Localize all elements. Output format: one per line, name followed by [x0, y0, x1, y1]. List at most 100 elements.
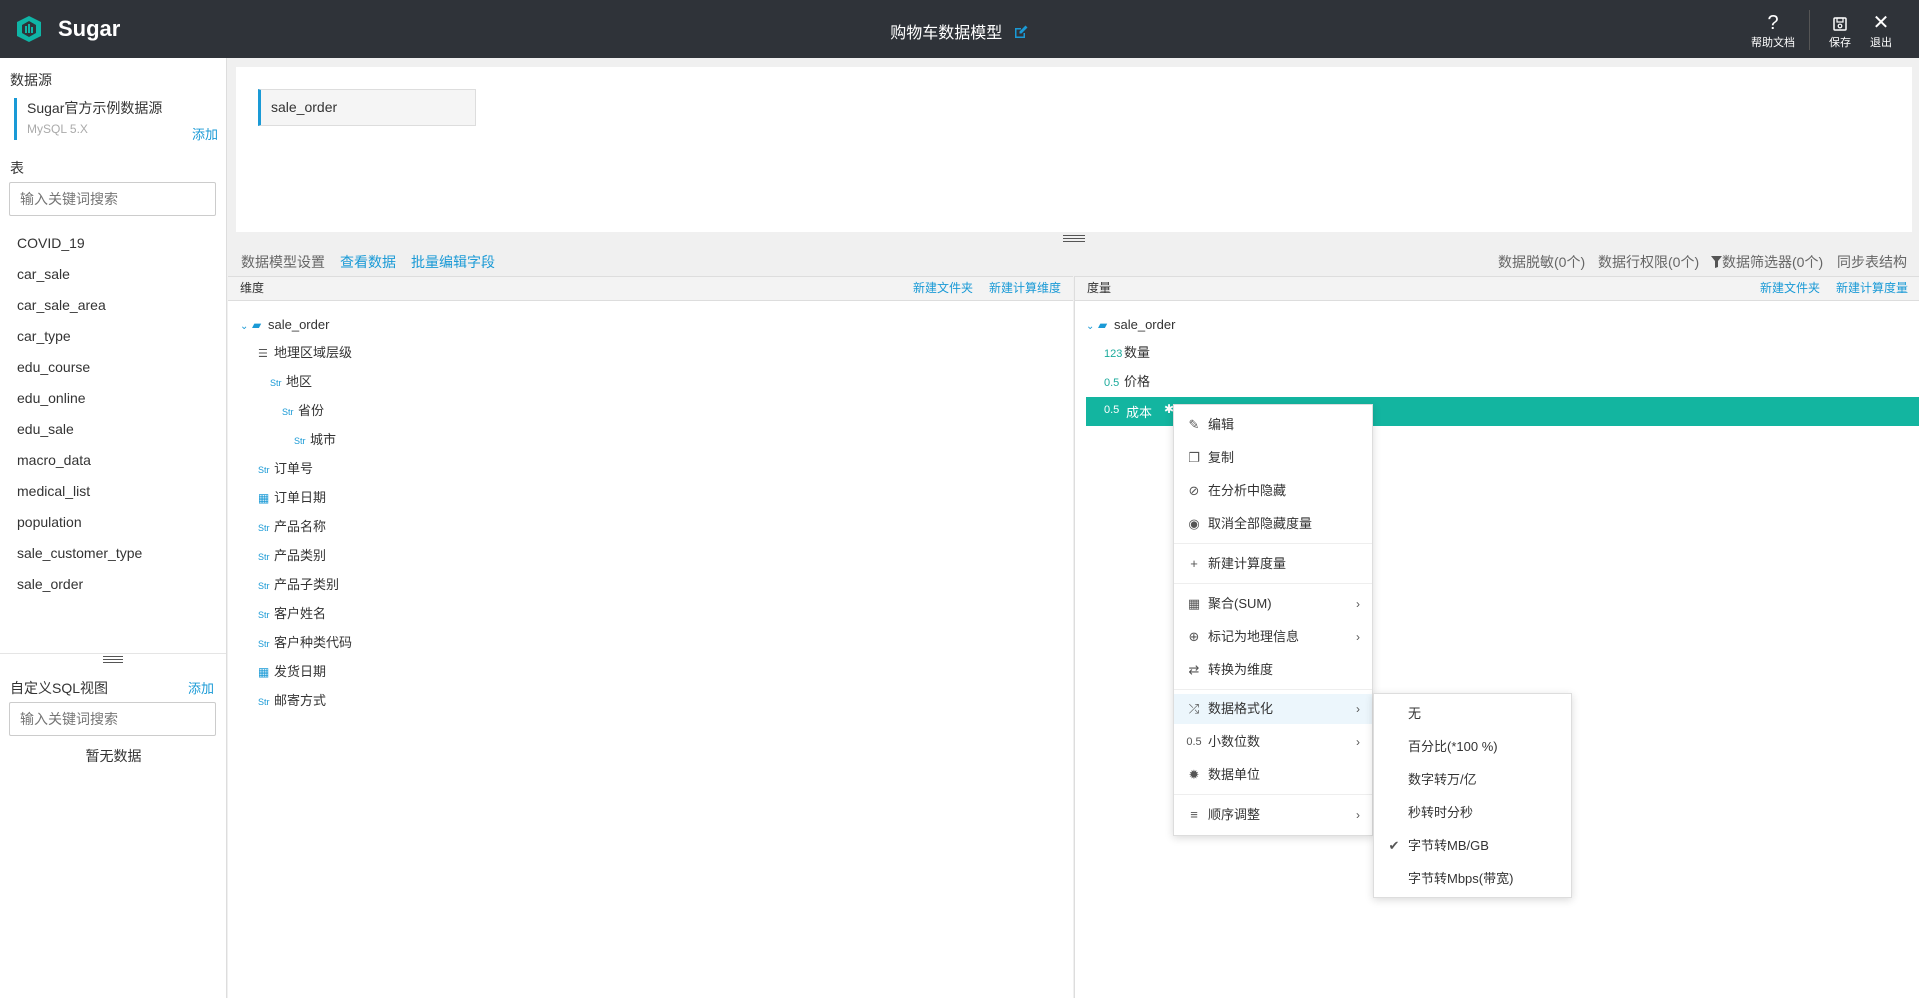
chevron-right-icon: ›	[1356, 597, 1360, 611]
table-item[interactable]: edu_course	[17, 352, 142, 383]
dimension-item[interactable]: Str 产品类别	[258, 546, 326, 566]
dimension-item[interactable]: ▦ 订单日期	[258, 488, 326, 508]
shuffle-icon: ⤮	[1188, 701, 1200, 716]
chevron-right-icon: ›	[1356, 702, 1360, 716]
dimension-item[interactable]: Str 产品子类别	[258, 575, 339, 595]
data-masking-link[interactable]: 数据脱敏(0个)	[1498, 252, 1585, 272]
measure-context-menu: ✎ 编辑 ❐ 复制 ⊘ 在分析中隐藏 ◉ 取消全部隐藏度量 + 新建计算度量 ▦ 聚合(SU…	[1173, 404, 1373, 836]
sync-schema-link[interactable]: 同步表结构	[1837, 252, 1907, 272]
measure-folder[interactable]: ⌄ ▰ sale_order	[1086, 315, 1175, 335]
menu-item-unhide-all[interactable]: ◉ 取消全部隐藏度量	[1174, 509, 1372, 539]
new-dimension-folder-link[interactable]: 新建文件夹	[913, 277, 973, 300]
format-option[interactable]: 数字转万/亿	[1374, 765, 1571, 795]
page-title: 购物车数据模型	[0, 19, 1919, 43]
menu-divider	[1174, 543, 1372, 544]
table-item[interactable]: macro_data	[17, 445, 142, 476]
table-item[interactable]: car_sale	[17, 259, 142, 290]
folder-open-icon: ▰	[1098, 318, 1108, 332]
menu-item-to-dimension[interactable]: ⇄ 转换为维度	[1174, 655, 1372, 685]
menu-item-copy[interactable]: ❐ 复制	[1174, 443, 1372, 473]
edit-icon: ✎	[1188, 417, 1200, 432]
add-datasource-link[interactable]: 添加	[192, 124, 218, 143]
dimension-item[interactable]: Str 省份	[282, 401, 324, 421]
table-item[interactable]: car_type	[17, 321, 142, 352]
measure-item[interactable]: 123 数量	[1104, 343, 1150, 363]
table-item[interactable]: edu_sale	[17, 414, 142, 445]
edit-title-icon[interactable]	[1013, 24, 1029, 40]
menu-item-new-calc-measure[interactable]: + 新建计算度量	[1174, 549, 1372, 579]
table-item[interactable]: sale_order	[17, 569, 142, 600]
chevron-down-icon: ⌄	[240, 321, 249, 332]
datasource-heading: 数据源	[10, 72, 52, 88]
dimension-item[interactable]: Str 地区	[270, 372, 312, 392]
sidebar-resize-handle[interactable]	[103, 654, 123, 664]
close-icon: ✕	[1872, 12, 1890, 34]
dimension-item[interactable]: Str 客户姓名	[258, 604, 326, 624]
menu-divider	[1174, 794, 1372, 795]
menu-item-hide[interactable]: ⊘ 在分析中隐藏	[1174, 476, 1372, 506]
menu-item-decimals[interactable]: 0.5 小数位数 ›	[1174, 727, 1372, 757]
table-item[interactable]: sale_customer_type	[17, 538, 142, 569]
chevron-down-icon: ⌄	[1086, 321, 1095, 332]
sql-view-heading: 自定义SQL视图	[10, 680, 109, 696]
help-button[interactable]: ? 帮助文档	[1747, 12, 1799, 50]
exit-button[interactable]: ✕ 退出	[1856, 12, 1906, 50]
hierarchy-icon: ☰	[258, 348, 268, 360]
format-option[interactable]: 秒转时分秒	[1374, 798, 1571, 828]
chevron-right-icon: ›	[1356, 630, 1360, 644]
menu-divider	[1174, 583, 1372, 584]
tab-view-data[interactable]: 查看数据	[340, 252, 396, 272]
filter-icon	[1711, 256, 1722, 268]
dimension-panel-header: 维度 新建文件夹 新建计算维度	[228, 276, 1073, 301]
tables-heading: 表	[10, 160, 24, 176]
dimension-item[interactable]: Str 订单号	[258, 459, 313, 479]
menu-item-aggregate[interactable]: ▦ 聚合(SUM) ›	[1174, 589, 1372, 619]
sql-search-input[interactable]	[9, 702, 216, 736]
model-title: 购物车数据模型	[890, 25, 1003, 42]
dimension-item[interactable]: Str 客户种类代码	[258, 633, 352, 653]
canvas-table-node[interactable]: sale_order	[258, 89, 476, 126]
menu-item-data-unit[interactable]: ✹ 数据单位	[1174, 760, 1372, 790]
dimension-folder[interactable]: ⌄ ▰ sale_order	[240, 315, 329, 335]
table-item[interactable]: car_sale_area	[17, 290, 142, 321]
table-item[interactable]: medical_list	[17, 476, 142, 507]
datasource-type: MySQL 5.X	[27, 122, 88, 136]
check-icon: ✔	[1388, 838, 1400, 853]
tab-batch-edit[interactable]: 批量编辑字段	[411, 252, 495, 272]
left-sidebar: 数据源 Sugar官方示例数据源 MySQL 5.X 添加 表 COVID_19…	[0, 58, 227, 998]
new-calc-dimension-link[interactable]: 新建计算维度	[989, 277, 1061, 300]
datasource-item[interactable]: Sugar官方示例数据源 MySQL 5.X	[14, 98, 214, 140]
menu-item-data-format[interactable]: ⤮ 数据格式化 ›	[1174, 694, 1372, 724]
table-search-input[interactable]	[9, 182, 216, 216]
row-permission-link[interactable]: 数据行权限(0个)	[1598, 252, 1699, 272]
measure-item[interactable]: 0.5 价格	[1104, 372, 1150, 392]
datasource-name: Sugar官方示例数据源	[27, 100, 163, 116]
hierarchy-item[interactable]: ☰ 地理区域层级	[258, 343, 352, 363]
dimension-item[interactable]: ▦ 发货日期	[258, 662, 326, 682]
menu-item-edit[interactable]: ✎ 编辑	[1174, 410, 1372, 440]
exchange-icon: ⇄	[1188, 662, 1200, 677]
new-calc-measure-link[interactable]: 新建计算度量	[1836, 277, 1908, 300]
format-option[interactable]: 百分比(*100 %)	[1374, 732, 1571, 762]
format-option[interactable]: 无	[1374, 699, 1571, 729]
format-option[interactable]: 字节转Mbps(带宽)	[1374, 864, 1571, 894]
tab-model-settings[interactable]: 数据模型设置	[241, 252, 325, 272]
new-measure-folder-link[interactable]: 新建文件夹	[1760, 277, 1820, 300]
menu-divider	[1174, 689, 1372, 690]
add-sql-view-link[interactable]: 添加	[188, 678, 214, 697]
data-filter-link[interactable]: 数据筛选器(0个)	[1711, 252, 1823, 272]
table-item[interactable]: edu_online	[17, 383, 142, 414]
brand-name: Sugar	[58, 16, 121, 41]
dimension-item[interactable]: Str 邮寄方式	[258, 691, 326, 711]
dimension-item[interactable]: Str 城市	[294, 430, 336, 450]
table-item[interactable]: COVID_19	[17, 228, 142, 259]
menu-item-geo[interactable]: ⊕ 标记为地理信息 ›	[1174, 622, 1372, 652]
chevron-right-icon: ›	[1356, 735, 1360, 749]
format-option-checked[interactable]: ✔ 字节转MB/GB	[1374, 831, 1571, 861]
canvas-resize-handle[interactable]	[1063, 233, 1085, 243]
dimension-item[interactable]: Str 产品名称	[258, 517, 326, 537]
menu-item-order[interactable]: ≡ 顺序调整 ›	[1174, 800, 1372, 830]
calendar-icon: ▦	[258, 665, 270, 679]
calculator-icon: ▦	[1187, 596, 1201, 611]
table-item[interactable]: population	[17, 507, 142, 538]
